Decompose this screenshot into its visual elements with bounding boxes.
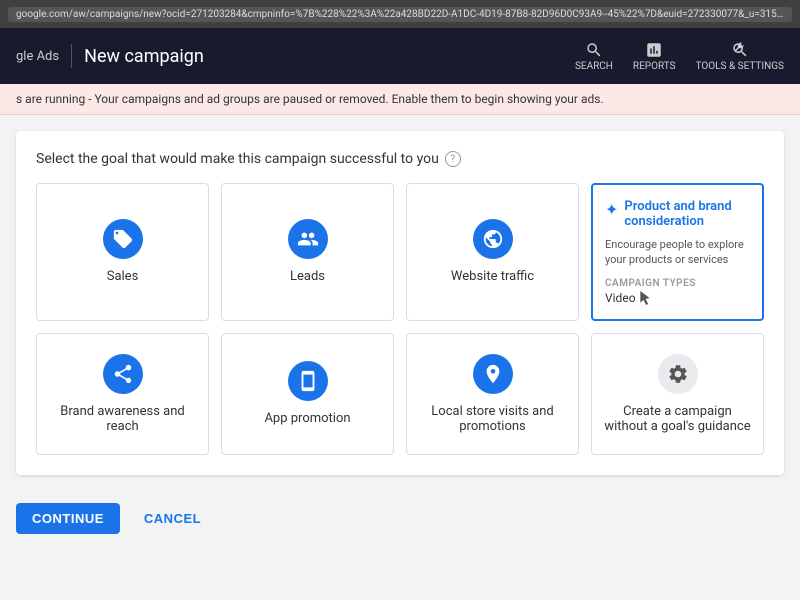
- goals-grid: Sales Leads Website traffic ✦ Product an…: [36, 183, 764, 455]
- local-store-label: Local store visits and promotions: [419, 404, 566, 434]
- no-goal-label: Create a campaign without a goal's guida…: [604, 404, 751, 434]
- tag-icon: [112, 228, 134, 250]
- volume-icon: [112, 363, 134, 385]
- goal-card-website-traffic[interactable]: Website traffic: [406, 183, 579, 321]
- page-title: New campaign: [84, 46, 575, 67]
- website-traffic-label: Website traffic: [451, 269, 534, 284]
- continue-button[interactable]: CONTINUE: [16, 503, 120, 534]
- reports-nav-label: REPORTS: [633, 61, 676, 72]
- alert-text: s are running - Your campaigns and ad gr…: [16, 92, 604, 106]
- footer: CONTINUE CANCEL: [0, 491, 800, 546]
- goal-card-no-goal[interactable]: Create a campaign without a goal's guida…: [591, 333, 764, 455]
- highlighted-header: ✦ Product and brand consideration: [605, 199, 750, 229]
- url-bar[interactable]: google.com/aw/campaigns/new?ocid=2712032…: [8, 7, 792, 22]
- leads-card-icon: [288, 219, 328, 259]
- search-icon: [585, 41, 603, 59]
- main-content: Select the goal that would make this cam…: [16, 131, 784, 475]
- reports-nav-button[interactable]: REPORTS: [633, 41, 676, 72]
- brand-awareness-card-icon: [103, 354, 143, 394]
- goal-card-brand-awareness[interactable]: Brand awareness and reach: [36, 333, 209, 455]
- help-icon[interactable]: ?: [445, 151, 461, 167]
- goal-card-sales[interactable]: Sales: [36, 183, 209, 321]
- header-icons: SEARCH REPORTS TOOLS & SETTINGS: [575, 41, 784, 72]
- search-nav-label: SEARCH: [575, 61, 613, 72]
- sparkle-icon: [482, 228, 504, 250]
- sales-label: Sales: [107, 269, 139, 284]
- app-promotion-card-icon: [288, 361, 328, 401]
- tools-icon: [731, 41, 749, 59]
- app-logo: gle Ads: [16, 49, 59, 64]
- app-promotion-label: App promotion: [264, 411, 350, 426]
- goal-card-local-store[interactable]: Local store visits and promotions: [406, 333, 579, 455]
- goal-card-brand-consideration[interactable]: ✦ Product and brand consideration Encour…: [591, 183, 764, 321]
- brand-awareness-label: Brand awareness and reach: [49, 404, 196, 434]
- app-header: gle Ads New campaign SEARCH REPORTS TOOL…: [0, 28, 800, 84]
- goal-card-leads[interactable]: Leads: [221, 183, 394, 321]
- website-traffic-card-icon: [473, 219, 513, 259]
- cancel-button[interactable]: CANCEL: [132, 503, 213, 534]
- spark-icon: ✦: [605, 200, 618, 219]
- section-title: Select the goal that would make this cam…: [36, 151, 764, 167]
- tools-nav-button[interactable]: TOOLS & SETTINGS: [696, 41, 784, 72]
- phone-icon: [297, 370, 319, 392]
- alert-bar: s are running - Your campaigns and ad gr…: [0, 84, 800, 115]
- tools-nav-label: TOOLS & SETTINGS: [696, 61, 784, 72]
- local-store-card-icon: [473, 354, 513, 394]
- sales-card-icon: [103, 219, 143, 259]
- header-divider: [71, 44, 72, 68]
- goal-card-app-promotion[interactable]: App promotion: [221, 333, 394, 455]
- leads-label: Leads: [290, 269, 325, 284]
- search-nav-button[interactable]: SEARCH: [575, 41, 613, 72]
- cursor-icon: [638, 291, 652, 305]
- brand-consideration-desc: Encourage people to explore your product…: [605, 237, 750, 268]
- location-icon: [482, 363, 504, 385]
- browser-bar: google.com/aw/campaigns/new?ocid=2712032…: [0, 0, 800, 28]
- campaign-types-section: CAMPAIGN TYPES Video: [605, 278, 696, 305]
- people-icon: [297, 228, 319, 250]
- campaign-types-label: CAMPAIGN TYPES: [605, 278, 696, 289]
- reports-icon: [645, 41, 663, 59]
- no-goal-card-icon: [658, 354, 698, 394]
- gear-icon: [667, 363, 689, 385]
- campaign-types-value: Video: [605, 291, 696, 305]
- brand-consideration-title: Product and brand consideration: [624, 199, 750, 229]
